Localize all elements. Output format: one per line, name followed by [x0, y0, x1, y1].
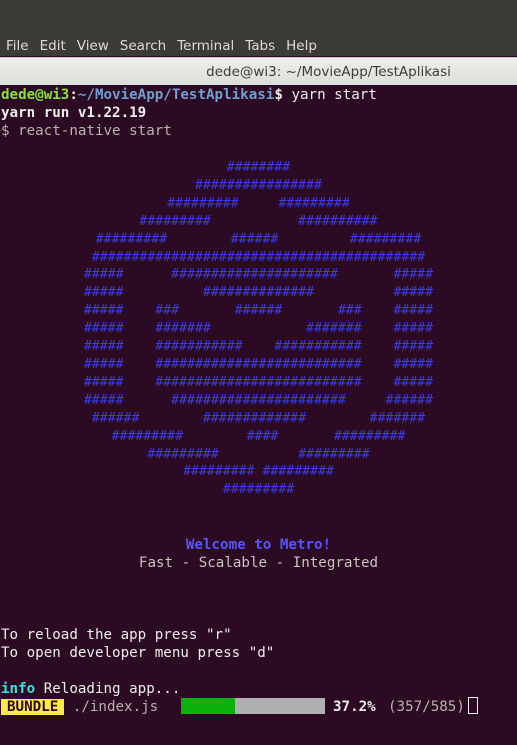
menu-search[interactable]: Search	[114, 38, 171, 54]
window-title: dede@wi3: ~/MovieApp/TestAplikasi	[206, 63, 451, 80]
menu-bar: File Edit View Search Terminal Tabs Help	[0, 36, 517, 56]
reload-hint: To reload the app press "r"	[1, 627, 232, 643]
menu-file[interactable]: File	[0, 38, 34, 54]
yarn-version-line: yarn run v1.22.19	[1, 105, 147, 121]
welcome-subtitle: Fast - Scalable - Integrated	[138, 555, 379, 571]
progress-bar-remaining	[235, 698, 325, 714]
prompt-separator: :	[69, 87, 78, 103]
terminal-cursor	[468, 697, 478, 714]
info-line: info Reloading app...	[1, 680, 180, 698]
info-label: info	[1, 681, 36, 697]
prompt-user-host: dede@wi3	[1, 87, 70, 103]
react-native-command-line: $ react-native start	[1, 123, 172, 139]
bundle-line: BUNDLE ./index.js	[1, 698, 158, 716]
menu-tabs[interactable]: Tabs	[239, 38, 280, 54]
menu-terminal[interactable]: Terminal	[171, 38, 239, 54]
window-titlebar[interactable]: dede@wi3: ~/MovieApp/TestAplikasi	[0, 57, 517, 85]
devmenu-hint: To open developer menu press "d"	[1, 645, 275, 661]
welcome-title: Welcome to Metro!	[185, 537, 332, 553]
prompt-dollar: $	[274, 87, 283, 103]
metro-logo-art: ######## ################ ######### ####…	[83, 160, 434, 498]
progress-percent: 37.2%	[333, 699, 376, 715]
bundle-badge: BUNDLE	[1, 699, 65, 715]
progress-bar-fill	[181, 698, 235, 714]
prompt-line: dede@wi3:~/MovieApp/TestAplikasi$ yarn s…	[1, 86, 377, 104]
bundle-file: ./index.js	[72, 699, 159, 715]
info-text: Reloading app...	[35, 681, 181, 697]
prompt-path: ~/MovieApp/TestAplikasi	[77, 87, 275, 103]
progress-count: (357/585)	[388, 699, 465, 715]
top-panel: File Edit View Search Terminal Tabs Help	[0, 0, 517, 56]
menu-edit[interactable]: Edit	[34, 38, 71, 54]
menu-help[interactable]: Help	[280, 38, 322, 54]
prompt-command: yarn start	[282, 87, 377, 103]
menu-view[interactable]: View	[71, 38, 114, 54]
terminal-area[interactable]: dede@wi3:~/MovieApp/TestAplikasi$ yarn s…	[0, 85, 517, 745]
